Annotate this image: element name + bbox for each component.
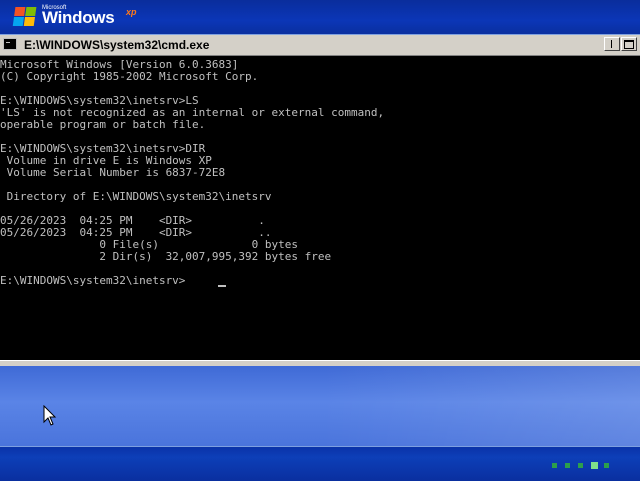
top-brand-band: Microsoft Windows xp — [0, 0, 640, 34]
progress-dot — [591, 462, 598, 469]
progress-dot — [604, 463, 609, 468]
logo-xp-text: xp — [126, 7, 137, 17]
text-cursor — [218, 285, 226, 287]
console-icon[interactable] — [3, 38, 17, 50]
mouse-pointer-icon — [43, 405, 57, 426]
console-line: Volume Serial Number is 6837-72E8 — [0, 166, 226, 179]
loading-progress-dots — [552, 462, 616, 470]
desktop-background[interactable] — [0, 366, 640, 446]
progress-dot — [552, 463, 557, 468]
console-window[interactable]: E:\WINDOWS\system32\cmd.exe Microsoft Wi… — [0, 35, 640, 360]
console-line: Directory of E:\WINDOWS\system32\inetsrv — [0, 190, 272, 203]
console-line: operable program or batch file. — [0, 118, 206, 131]
boot-status-bar — [0, 446, 640, 481]
window-title: E:\WINDOWS\system32\cmd.exe — [24, 38, 210, 52]
console-line: (C) Copyright 1985-2002 Microsoft Corp. — [0, 70, 259, 83]
windows-xp-logo: Microsoft Windows xp — [12, 4, 154, 28]
logo-windows-text: Windows — [42, 8, 115, 27]
maximize-button[interactable] — [621, 37, 637, 51]
console-line: 2 Dir(s) 32,007,995,392 bytes free — [0, 250, 332, 263]
minimize-button[interactable] — [604, 37, 620, 51]
window-titlebar[interactable]: E:\WINDOWS\system32\cmd.exe — [0, 35, 640, 56]
console-output[interactable]: Microsoft Windows [Version 6.0.3683] (C) … — [0, 56, 640, 360]
progress-dot — [578, 463, 583, 468]
windows-flag-icon — [12, 7, 38, 27]
progress-dot — [565, 463, 570, 468]
console-line: E:\WINDOWS\system32\inetsrv> — [0, 274, 186, 287]
